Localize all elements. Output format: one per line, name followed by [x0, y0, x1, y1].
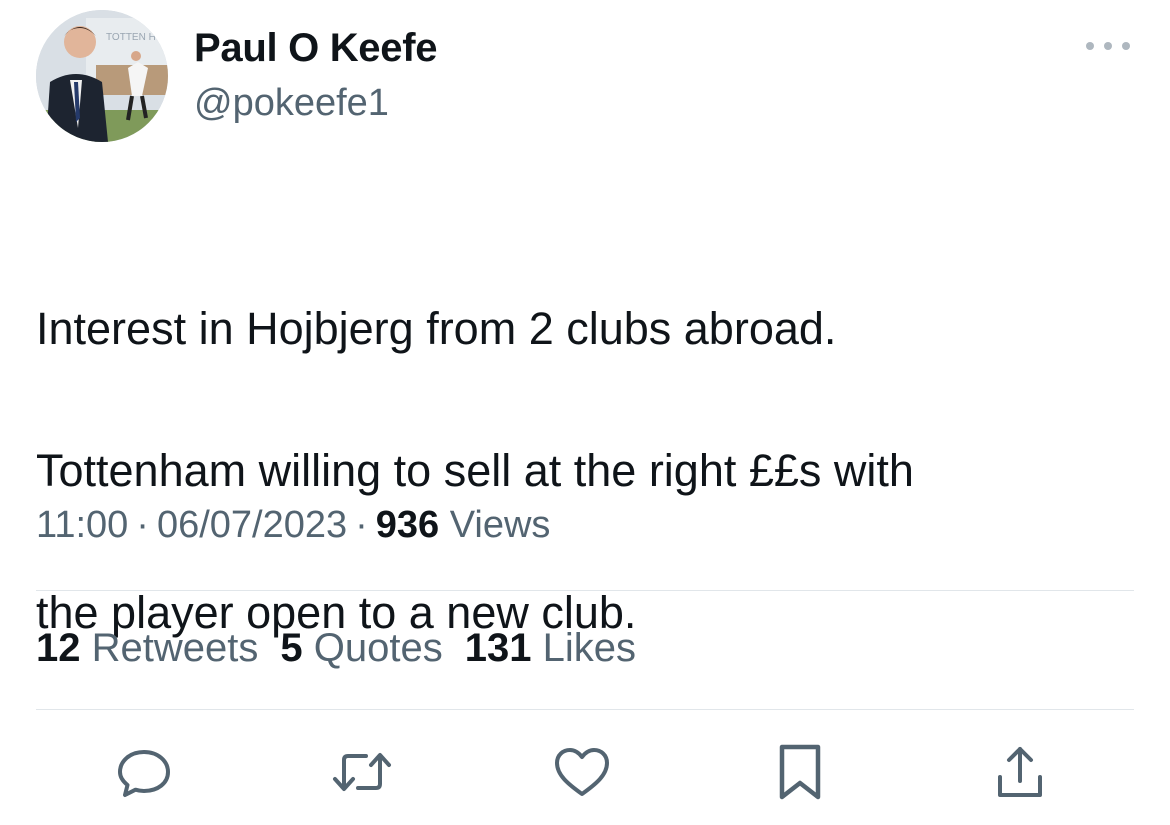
retweet-icon: [333, 753, 391, 791]
divider: [36, 590, 1134, 591]
share-button[interactable]: [988, 740, 1052, 804]
more-options-button[interactable]: [1080, 28, 1136, 64]
share-icon: [998, 747, 1042, 797]
avatar[interactable]: TOTTEN HOT: [36, 10, 168, 142]
likes-count: 131: [464, 626, 532, 670]
divider: [36, 709, 1134, 710]
retweets-stat[interactable]: 12 Retweets: [36, 626, 258, 671]
quotes-label: Quotes: [313, 626, 443, 670]
avatar-lettering: TOTTEN HOT: [106, 32, 168, 43]
reply-button[interactable]: [112, 740, 176, 804]
tweet-meta: 11:00 · 06/07/2023 · 936 Views: [36, 504, 550, 547]
likes-stat[interactable]: 131 Likes: [465, 626, 636, 671]
views-count: 936: [375, 504, 440, 546]
tweet-text-line: Interest in Hojbjerg from 2 clubs abroad…: [36, 303, 837, 354]
reply-icon: [118, 750, 170, 797]
author-handle[interactable]: @pokeefe1: [194, 82, 389, 125]
like-button[interactable]: [550, 740, 614, 804]
author-name[interactable]: Paul O Keefe: [194, 26, 437, 71]
tweet-time[interactable]: 11:00: [36, 504, 128, 546]
tweet-date[interactable]: 06/07/2023: [157, 504, 347, 546]
quotes-count: 5: [280, 626, 303, 670]
meta-separator: ·: [136, 504, 149, 546]
meta-separator: ·: [355, 504, 368, 546]
retweet-button[interactable]: [330, 740, 394, 804]
more-dots-icon: [1086, 42, 1130, 50]
like-icon: [555, 748, 609, 796]
retweets-label: Retweets: [91, 626, 259, 670]
views-label: Views: [449, 504, 551, 546]
tweet-text-line: Tottenham willing to sell at the right £…: [36, 445, 914, 496]
quotes-stat[interactable]: 5 Quotes: [280, 626, 442, 671]
avatar-image: TOTTEN HOT: [36, 10, 168, 142]
retweets-count: 12: [36, 626, 81, 670]
bookmark-icon: [779, 744, 821, 800]
likes-label: Likes: [542, 626, 636, 670]
bookmark-button[interactable]: [768, 740, 832, 804]
tweet-stats: 12 Retweets 5 Quotes 131 Likes: [36, 626, 658, 671]
